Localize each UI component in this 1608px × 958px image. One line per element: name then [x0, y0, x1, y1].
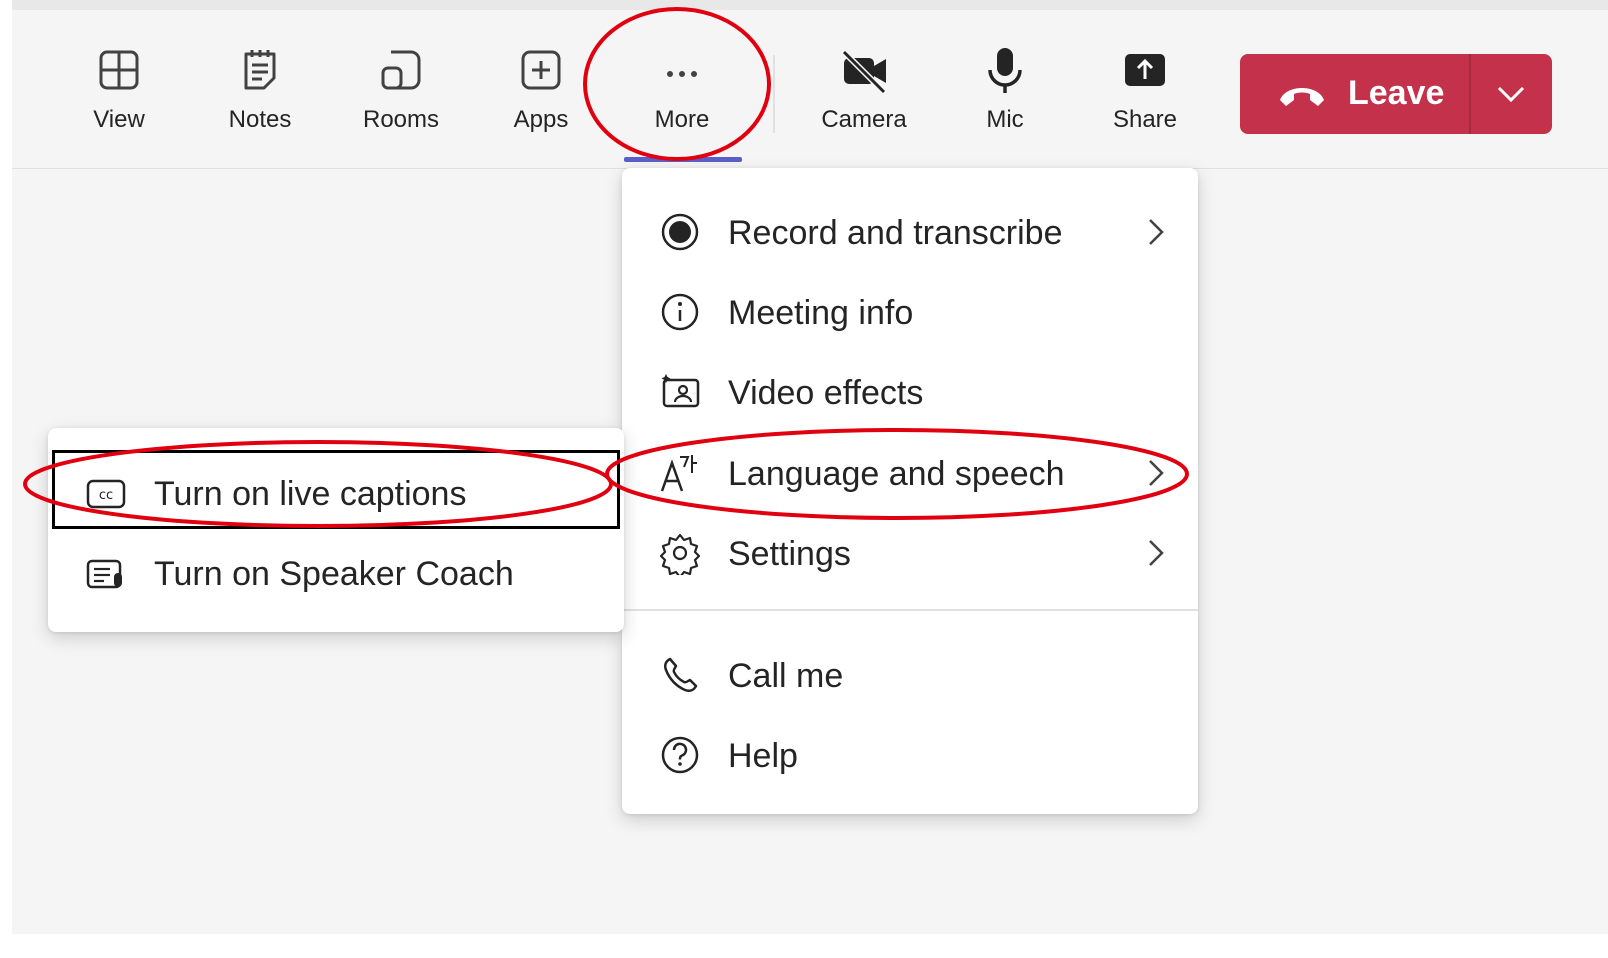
chevron-right-icon [1149, 540, 1164, 566]
leave-button[interactable]: Leave [1240, 54, 1470, 134]
speaker-coach-icon [86, 559, 122, 589]
apps-plus-icon [521, 50, 561, 90]
menu-item-help[interactable]: Help [622, 715, 1198, 795]
leave-split-button: Leave [1240, 54, 1552, 134]
menu-item-call-me[interactable]: Call me [622, 635, 1198, 715]
menu-item-label: Video effects [728, 374, 924, 412]
more-label: More [654, 106, 710, 133]
menu-item-label: Call me [728, 657, 844, 695]
rooms-label: Rooms [362, 106, 440, 133]
camera-button[interactable]: Camera [809, 38, 919, 158]
phone-icon [663, 657, 698, 693]
grid-icon [99, 50, 139, 90]
menu-item-turn-on-speaker-coach[interactable]: Turn on Speaker Coach [48, 533, 624, 613]
menu-item-label: Meeting info [728, 294, 914, 332]
menu-item-record-and-transcribe[interactable]: Record and transcribe [622, 192, 1198, 272]
keyboard-focus-outline [52, 450, 620, 529]
title-bar-strip [12, 0, 1608, 10]
camera-label: Camera [821, 106, 907, 133]
chevron-right-icon [1149, 219, 1164, 245]
apps-label: Apps [513, 106, 569, 133]
menu-item-label: Turn on Speaker Coach [154, 555, 514, 593]
menu-item-label: Language and speech [728, 455, 1065, 493]
share-button[interactable]: Share [1090, 38, 1200, 158]
mic-icon [988, 48, 1022, 93]
leave-options-button[interactable] [1471, 54, 1552, 134]
share-label: Share [1112, 106, 1178, 133]
camera-off-icon [841, 49, 887, 95]
mic-label: Mic [986, 106, 1024, 133]
mic-button[interactable]: Mic [950, 38, 1060, 158]
record-icon [661, 213, 699, 251]
leave-label: Leave [1348, 74, 1445, 112]
view-button[interactable]: View [64, 38, 174, 158]
menu-separator [622, 609, 1198, 611]
chevron-right-icon [1149, 460, 1164, 486]
teams-meeting-window: View Notes Rooms Apps More Camera Mic Sh… [0, 0, 1608, 958]
notes-button[interactable]: Notes [205, 38, 315, 158]
rooms-button[interactable]: Rooms [346, 38, 456, 158]
menu-item-label: Settings [728, 535, 851, 573]
menu-item-label: Help [728, 737, 798, 775]
language-icon [660, 455, 697, 492]
gear-icon [659, 533, 701, 575]
chevron-down-icon [1497, 86, 1525, 103]
more-dots-icon [667, 71, 697, 77]
info-icon [661, 293, 699, 331]
menu-item-label: Record and transcribe [728, 214, 1063, 252]
menu-item-video-effects[interactable]: Video effects [622, 352, 1198, 432]
more-menu: Record and transcribe Meeting info Video… [622, 168, 1198, 814]
menu-item-settings[interactable]: Settings [622, 513, 1198, 593]
notes-icon [244, 50, 276, 90]
video-effects-icon [661, 374, 700, 408]
help-icon [661, 736, 699, 774]
menu-item-language-and-speech[interactable]: Language and speech [622, 433, 1198, 513]
share-tray-icon [1125, 54, 1165, 86]
rooms-icon [381, 50, 421, 90]
view-label: View [93, 106, 145, 133]
menu-item-meeting-info[interactable]: Meeting info [622, 272, 1198, 352]
hang-up-icon [1280, 88, 1324, 106]
notes-label: Notes [228, 106, 292, 133]
more-button[interactable]: More [627, 38, 737, 158]
toolbar-divider [773, 55, 775, 133]
apps-button[interactable]: Apps [486, 38, 596, 158]
more-selected-indicator [624, 157, 742, 162]
